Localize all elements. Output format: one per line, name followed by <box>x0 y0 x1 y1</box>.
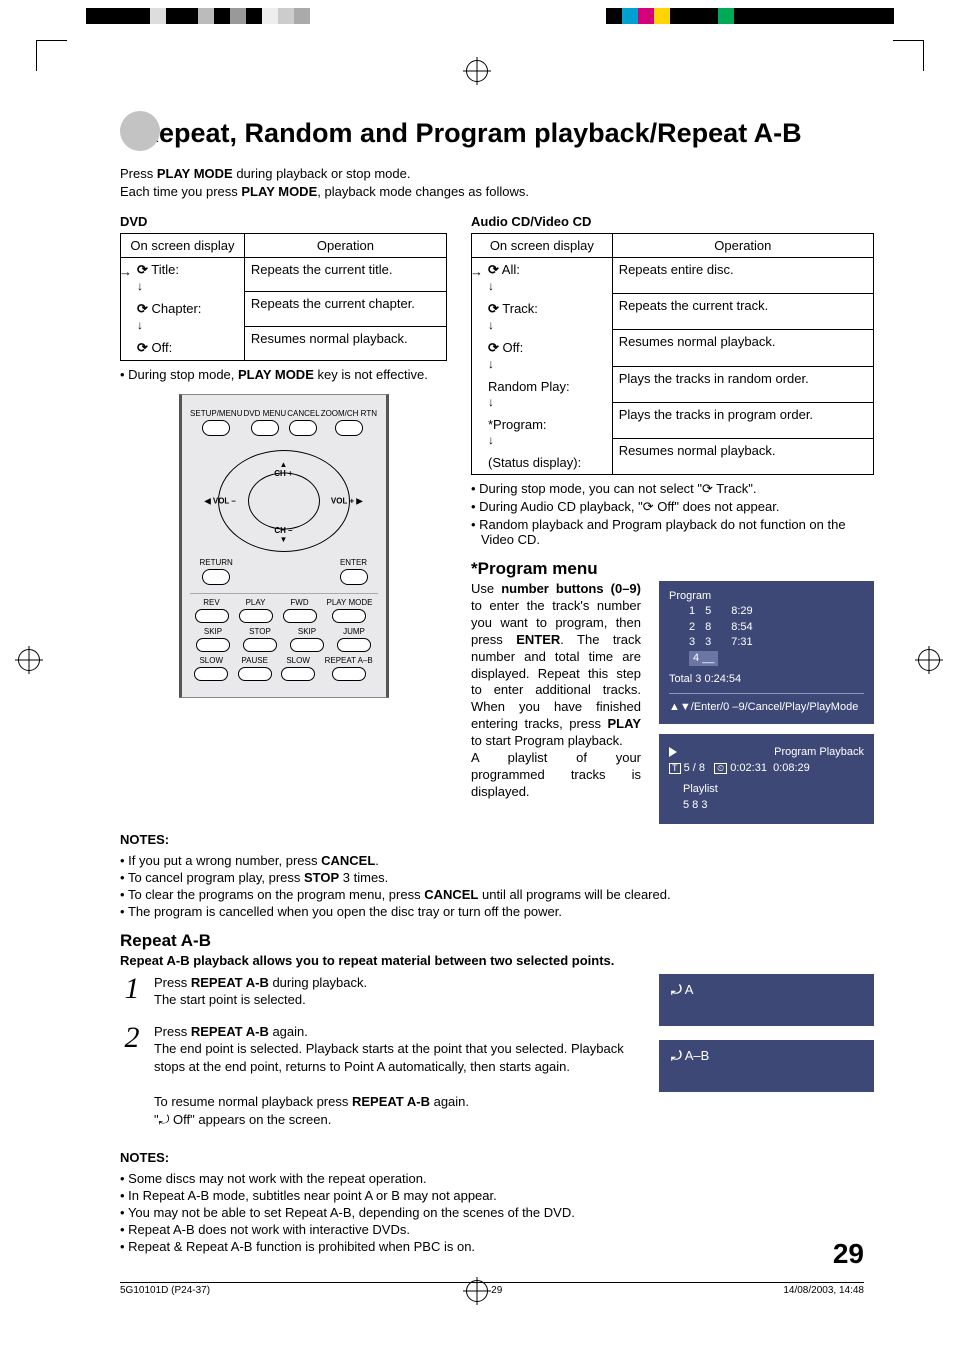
registration-target-icon <box>918 649 940 671</box>
play-icon <box>669 747 677 757</box>
dvd-col-osd: On screen display <box>121 234 245 258</box>
crop-mark <box>893 40 924 71</box>
title-badge-icon: T <box>669 763 681 774</box>
note-item: Some discs may not work with the repeat … <box>120 1171 874 1186</box>
arrow-down-icon: ↓ <box>478 395 494 409</box>
repeat-icon <box>488 301 499 316</box>
page-title: Repeat, Random and Program playback/Repe… <box>120 115 874 155</box>
repeat-ab-osd-box: A–B <box>659 1040 874 1092</box>
notes-label: NOTES: <box>120 1150 874 1165</box>
cd-osd-item: → All:↓ <box>472 258 612 297</box>
note-item: To cancel program play, press STOP 3 tim… <box>120 870 874 885</box>
note-item: You may not be able to set Repeat A-B, d… <box>120 1205 874 1220</box>
cd-col-op: Operation <box>612 234 873 258</box>
note-item: The program is cancelled when you open t… <box>120 904 874 919</box>
cd-osd-item: Track:↓ <box>472 297 612 336</box>
repeat-ab-icon <box>671 982 682 997</box>
dvd-table: On screen display Operation → Title: ↓ C… <box>120 233 447 361</box>
cd-osd-item: Off:↓ <box>472 336 612 375</box>
notes-list: If you put a wrong number, press CANCEL.… <box>120 853 874 919</box>
cd-heading: Audio CD/Video CD <box>471 214 874 229</box>
cd-table: On screen display Operation → All:↓ Trac… <box>471 233 874 475</box>
cd-op: Plays the tracks in random order. <box>612 366 873 402</box>
cd-osd-item: Random Play:↓ <box>472 375 612 413</box>
cd-osd-item: *Program:↓ <box>472 413 612 451</box>
note-item: In Repeat A-B mode, subtitles near point… <box>120 1188 874 1203</box>
repeat-icon <box>488 340 499 355</box>
program-row: 158:29 <box>689 604 864 619</box>
crop-mark <box>36 40 67 71</box>
cd-osd-item: (Status display): <box>472 451 612 474</box>
status-osd-box: Program Playback T 5 / 8 ⏲ 0:02:31 0:08:… <box>659 734 874 824</box>
registration-bar <box>86 8 310 24</box>
repeat-icon <box>137 301 148 316</box>
notes-list: Some discs may not work with the repeat … <box>120 1171 874 1254</box>
step-2-body: Press REPEAT A-B again. The end point is… <box>154 1023 639 1128</box>
intro-text: Press PLAY MODE during playback or stop … <box>120 165 874 200</box>
registration-target-icon <box>466 1280 488 1302</box>
notes-label: NOTES: <box>120 832 874 847</box>
registration-target-icon <box>466 60 488 82</box>
repeat-ab-sub: Repeat A-B playback allows you to repeat… <box>120 953 874 968</box>
arrow-down-icon: ↓ <box>478 318 494 332</box>
cd-op: Resumes normal playback. <box>612 438 873 474</box>
arrow-down-icon: ↓ <box>127 279 143 293</box>
program-row: 288:54 <box>689 620 864 635</box>
note-item: Random playback and Program playback do … <box>471 517 874 547</box>
dvd-op: Repeats the current chapter. <box>244 292 446 326</box>
arrow-down-icon: ↓ <box>478 357 494 371</box>
repeat-ab-icon <box>671 1048 682 1063</box>
step-number: 2 <box>120 1023 144 1128</box>
repeat-icon <box>137 340 148 355</box>
footer: 5G10101D (P24-37) 29 14/08/2003, 14:48 <box>120 1282 864 1296</box>
cd-op: Repeats entire disc. <box>612 258 873 294</box>
arrow-down-icon: ↓ <box>127 318 143 332</box>
program-osd-box: Program 158:29288:54337:31 4 __ Total 3 … <box>659 581 874 724</box>
cd-op: Repeats the current track. <box>612 294 873 330</box>
note-item: Repeat & Repeat A-B function is prohibit… <box>120 1239 874 1254</box>
title-bullet-icon <box>120 111 160 151</box>
page-number: 29 <box>833 1238 864 1270</box>
repeat-a-osd-box: A <box>659 974 874 1026</box>
repeat-icon <box>137 262 148 277</box>
note-item: During stop mode, you can not select "⟳ … <box>471 481 874 497</box>
cd-col-osd: On screen display <box>472 234 613 258</box>
arrow-down-icon: ↓ <box>478 433 494 447</box>
program-row: 337:31 <box>689 635 864 650</box>
dvd-col-op: Operation <box>244 234 446 258</box>
dvd-op: Repeats the current title. <box>244 258 446 292</box>
program-menu-title: *Program menu <box>471 559 874 579</box>
remote-diagram: SETUP/MENU DVD MENU CANCEL ZOOM/CH RTN ▲… <box>179 394 389 698</box>
note-item: To clear the programs on the program men… <box>120 887 874 902</box>
step-number: 1 <box>120 974 144 1009</box>
step-1-body: Press REPEAT A-B during playback. The st… <box>154 974 639 1009</box>
registration-target-icon <box>18 649 40 671</box>
registration-bar <box>606 8 894 24</box>
cd-notes: During stop mode, you can not select "⟳ … <box>471 481 874 547</box>
repeat-icon <box>488 262 499 277</box>
time-badge-icon: ⏲ <box>714 763 727 774</box>
repeat-ab-title: Repeat A-B <box>120 931 874 951</box>
note-item: If you put a wrong number, press CANCEL. <box>120 853 874 868</box>
dvd-heading: DVD <box>120 214 447 229</box>
cd-op: Plays the tracks in program order. <box>612 402 873 438</box>
dvd-op: Resumes normal playback. <box>244 326 446 360</box>
dvd-note: During stop mode, PLAY MODE key is not e… <box>120 367 447 382</box>
arrow-down-icon: ↓ <box>478 279 494 293</box>
cd-op: Resumes normal playback. <box>612 330 873 366</box>
program-menu-text: Use number buttons (0–9) to enter the tr… <box>471 581 641 824</box>
note-item: Repeat A-B does not work with interactiv… <box>120 1222 874 1237</box>
note-item: During Audio CD playback, "⟳ Off" does n… <box>471 499 874 515</box>
